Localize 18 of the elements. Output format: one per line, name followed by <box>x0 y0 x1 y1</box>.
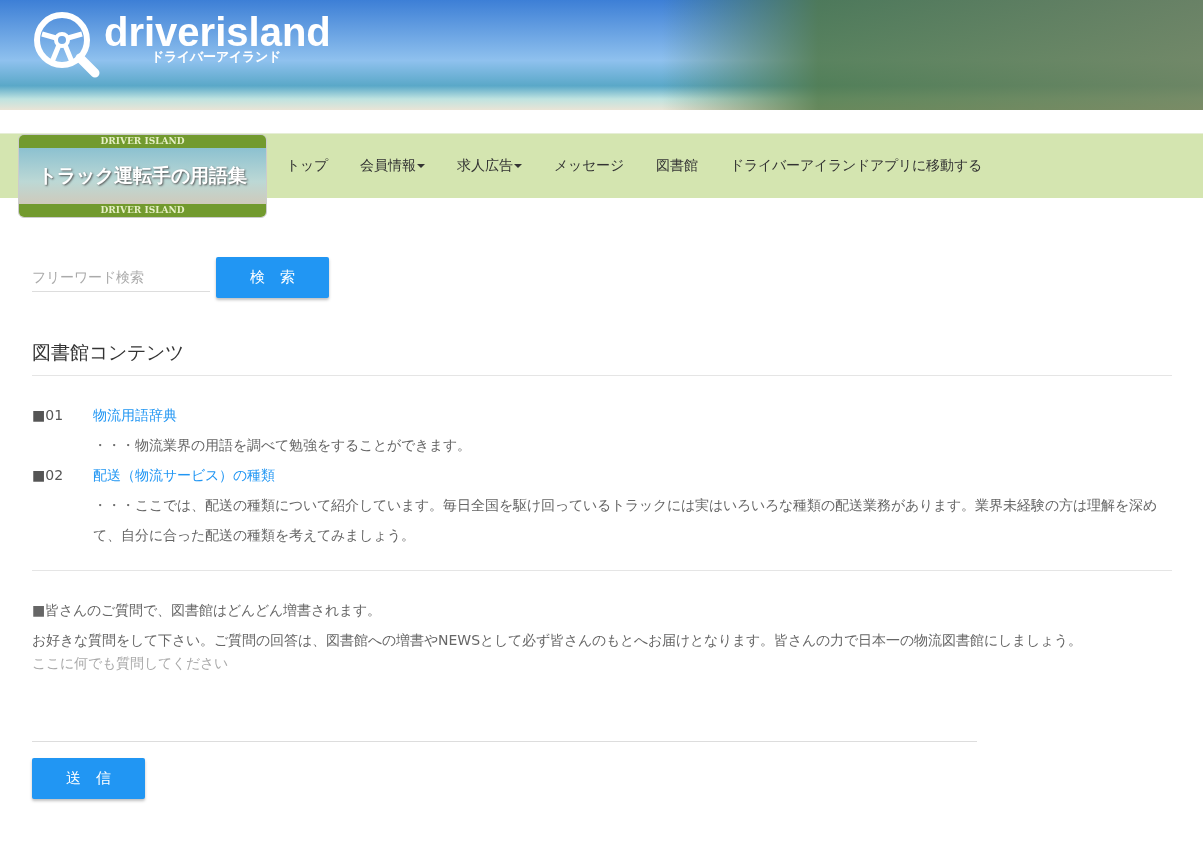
question-field[interactable]: ここに何でも質問してください <box>32 655 977 742</box>
item-description: ・・・ここでは、配送の種類について紹介しています。毎日全国を駆け回っているトラックには実はいろいろな種類の配送業務があります。業界未経験の方は理解を深めて、自分に合った配送の種類を考えてみましょう。 <box>93 496 1158 545</box>
nav-link[interactable]: ドライバーアイランドアプリに移動する <box>714 157 998 175</box>
magnifier-steering-wheel-icon <box>32 10 102 80</box>
item-description: ・・・物流業界の用語を調べて勉強をすることができます。 <box>93 436 472 455</box>
nav-dropdown[interactable]: 会員情報 <box>344 157 441 175</box>
nav-link[interactable]: トップ <box>270 157 344 175</box>
section-heading: 図書館コンテンツ <box>32 340 1172 376</box>
item-number: ■02 <box>32 466 65 485</box>
badge-label: DRIVER ISLAND <box>100 135 185 148</box>
question-lead: ■皆さんのご質問で、図書館はどんどん増書されます。 <box>32 601 383 620</box>
nav-link[interactable]: 図書館 <box>640 157 714 175</box>
badge-label: DRIVER ISLAND <box>100 204 185 217</box>
badge-title: トラック運転手の用語集 <box>19 148 266 204</box>
question-text: お好きな質問をして下さい。ご質問の回答は、図書館への増書やNEWSとして必ず皆さんのもとへお届けとなります。皆さんの力で日本一の物流図書館にしましょう。 <box>32 631 1084 650</box>
nav-link[interactable]: メッセージ <box>538 157 640 175</box>
item-number: ■01 <box>32 406 65 425</box>
nav-dropdown[interactable]: 求人広告 <box>441 157 538 175</box>
